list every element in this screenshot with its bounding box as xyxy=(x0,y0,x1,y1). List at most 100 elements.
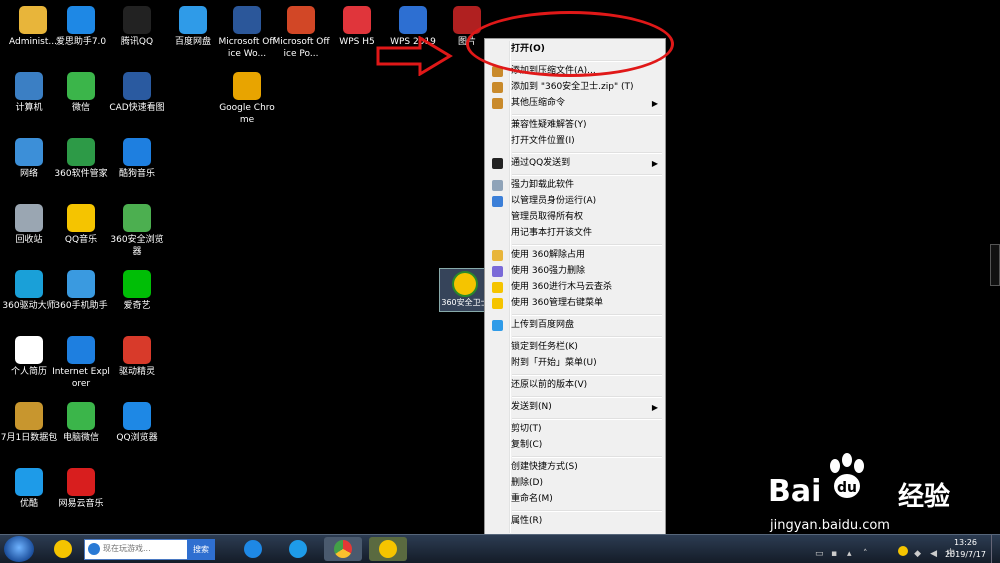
watermark-url: jingyan.baidu.com xyxy=(770,518,890,533)
app-icon xyxy=(123,72,151,100)
context-menu-item[interactable]: 剪切(T) xyxy=(487,422,663,437)
menu-item-label: 创建快捷方式(S) xyxy=(511,462,578,472)
desktop-icon-label: 360驱动大师 xyxy=(2,301,56,311)
submenu-arrow-icon: ▶ xyxy=(651,99,658,108)
desktop-icon[interactable]: 驱动精灵 xyxy=(108,336,166,378)
desktop-icon[interactable]: 360安全浏览器 xyxy=(108,204,166,258)
desktop-icon[interactable]: 个人简历 xyxy=(0,336,58,378)
context-menu-item[interactable]: 使用 360解除占用 xyxy=(487,248,663,263)
desktop-icon[interactable]: Google Chrome xyxy=(218,72,276,126)
context-menu-item[interactable]: 使用 360进行木马云查杀 xyxy=(487,280,663,295)
clock[interactable]: 13:26 2019/7/17 xyxy=(945,537,986,561)
taskbar-app-youku-icon[interactable] xyxy=(279,537,317,561)
app-icon xyxy=(123,270,151,298)
menu-separator xyxy=(512,374,662,376)
desktop-icon[interactable]: 360驱动大师 xyxy=(0,270,58,312)
submenu-arrow-icon: ▶ xyxy=(651,159,658,168)
context-menu-item[interactable]: 删除(D) xyxy=(487,476,663,491)
taskbar-app-wechat-icon[interactable] xyxy=(369,537,407,561)
app-icon xyxy=(15,72,43,100)
qq-icon xyxy=(492,158,503,169)
menu-item-label: 兼容性疑难解答(Y) xyxy=(511,120,587,130)
desktop-icon[interactable]: 网络 xyxy=(0,138,58,180)
context-menu-item[interactable]: 强力卸载此软件 xyxy=(487,178,663,193)
desktop-icon[interactable]: QQ音乐 xyxy=(52,204,110,246)
context-menu-item[interactable]: 使用 360管理右键菜单 xyxy=(487,296,663,311)
context-menu-item[interactable]: 附到「开始」菜单(U) xyxy=(487,356,663,371)
desktop-icon[interactable]: 回收站 xyxy=(0,204,58,246)
taskbar-app-360-icon[interactable] xyxy=(44,537,82,561)
taskbar-app-chrome-icon[interactable] xyxy=(324,537,362,561)
keyboard-icon[interactable]: ▭ xyxy=(815,549,825,559)
flag-icon[interactable]: ▴ xyxy=(847,549,857,559)
desktop-icon-label: 360软件管家 xyxy=(54,169,108,179)
desktop-icon-label: 个人简历 xyxy=(10,367,47,377)
desktop-icon-label: 360手机助手 xyxy=(54,301,108,311)
desktop-icon[interactable]: 360手机助手 xyxy=(52,270,110,312)
desktop-icon[interactable]: Microsoft Office Po... xyxy=(272,6,330,60)
desktop-icon[interactable]: 7月1日数据包 xyxy=(0,402,58,444)
app-icon xyxy=(67,138,95,166)
desktop-icon[interactable]: 优酷 xyxy=(0,468,58,510)
desktop-icon-label: 爱奇艺 xyxy=(123,301,151,311)
desktop-icon-label: Google Chrome xyxy=(219,103,275,125)
taskbar-search-button[interactable]: 搜索 xyxy=(187,539,215,560)
desktop-icon[interactable]: 爱奇艺 xyxy=(108,270,166,312)
menu-separator xyxy=(512,396,662,398)
context-menu-item[interactable]: 添加到 "360安全卫士.zip" (T) xyxy=(487,80,663,95)
desktop-icon[interactable]: 百度网盘 xyxy=(164,6,222,48)
desktop-icon-label: 网易云音乐 xyxy=(58,499,104,509)
desktop-icon[interactable]: 网易云音乐 xyxy=(52,468,110,510)
network-icon[interactable]: ▪ xyxy=(831,549,841,559)
shield-tray-icon[interactable]: ◆ xyxy=(914,549,924,559)
context-menu-item[interactable]: 用记事本打开该文件 xyxy=(487,226,663,241)
app-icon xyxy=(67,270,95,298)
context-menu-item[interactable]: 兼容性疑难解答(Y) xyxy=(487,118,663,133)
context-menu-item[interactable]: 打开文件位置(I) xyxy=(487,134,663,149)
app-icon xyxy=(15,402,43,430)
360-tray-icon[interactable] xyxy=(898,546,909,556)
desktop-icon[interactable]: 电脑微信 xyxy=(52,402,110,444)
context-menu-item[interactable]: 其他压缩命令 ▶ xyxy=(487,96,663,111)
desktop-icon[interactable]: CAD快速看图 xyxy=(108,72,166,114)
context-menu-item[interactable]: 以管理员身份运行(A) xyxy=(487,194,663,209)
taskbar-search-input[interactable] xyxy=(103,541,183,556)
desktop-icon[interactable]: Internet Explorer xyxy=(52,336,110,390)
desktop-icon[interactable]: Microsoft Office Wo... xyxy=(218,6,276,60)
desktop-icon-label: 驱动精灵 xyxy=(118,367,155,377)
context-menu-item[interactable]: 还原以前的版本(V) xyxy=(487,378,663,393)
context-menu-item[interactable]: 发送到(N) ▶ xyxy=(487,400,663,415)
desktop-icon[interactable]: QQ浏览器 xyxy=(108,402,166,444)
desktop-icon-label: 计算机 xyxy=(15,103,43,113)
desktop-icon-label: 7月1日数据包 xyxy=(0,433,58,443)
expand-tray-icon[interactable]: ˄ xyxy=(863,549,873,559)
desktop-icon[interactable]: 酷狗音乐 xyxy=(108,138,166,180)
context-menu-item[interactable]: 创建快捷方式(S) xyxy=(487,460,663,475)
app-icon xyxy=(15,204,43,232)
menu-separator xyxy=(512,314,662,316)
context-menu-item[interactable]: 属性(R) xyxy=(487,514,663,529)
menu-item-label: 使用 360强力删除 xyxy=(511,266,586,276)
taskbar-app-qq-browser-icon[interactable] xyxy=(234,537,272,561)
desktop-icon[interactable]: 爱思助手7.0 xyxy=(52,6,110,48)
volume-icon[interactable]: ◀ xyxy=(930,549,940,559)
menu-item-label: 通过QQ发送到 xyxy=(511,158,571,168)
show-desktop-button[interactable] xyxy=(991,535,1000,563)
app-icon xyxy=(15,336,43,364)
desktop-icon[interactable]: 计算机 xyxy=(0,72,58,114)
app-icon xyxy=(67,6,95,34)
context-menu-item[interactable]: 使用 360强力删除 xyxy=(487,264,663,279)
context-menu-item[interactable]: 重命名(M) xyxy=(487,492,663,507)
desktop-icon[interactable]: 微信 xyxy=(52,72,110,114)
desktop-icon-label: Microsoft Office Wo... xyxy=(218,37,276,59)
context-menu-item[interactable]: 管理员取得所有权 xyxy=(487,210,663,225)
desktop-icon-label: 网络 xyxy=(19,169,38,179)
desktop-icon[interactable]: 腾讯QQ xyxy=(108,6,166,48)
menu-separator xyxy=(512,418,662,420)
context-menu-item[interactable]: 锁定到任务栏(K) xyxy=(487,340,663,355)
start-button[interactable] xyxy=(4,536,34,562)
desktop-icon[interactable]: 360软件管家 xyxy=(52,138,110,180)
context-menu-item[interactable]: 上传到百度网盘 xyxy=(487,318,663,333)
context-menu-item[interactable]: 复制(C) xyxy=(487,438,663,453)
context-menu-item[interactable]: 通过QQ发送到 ▶ xyxy=(487,156,663,171)
